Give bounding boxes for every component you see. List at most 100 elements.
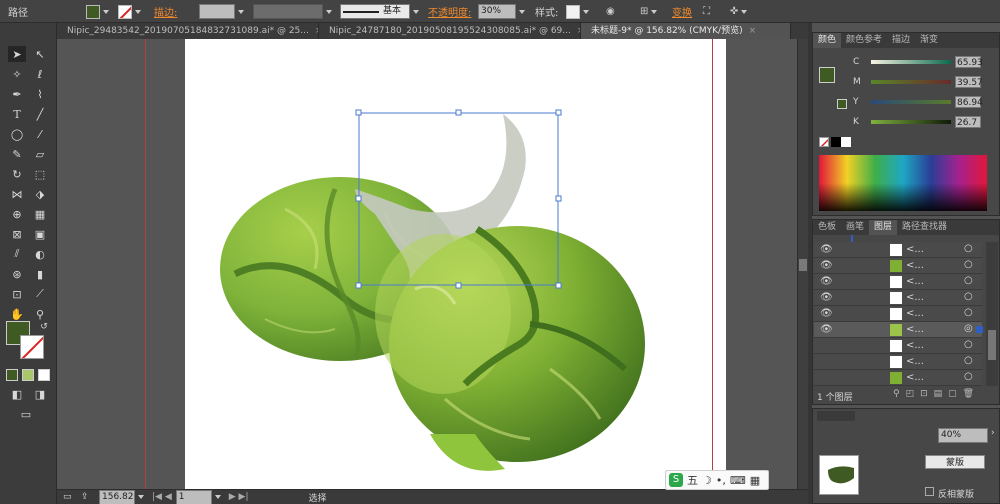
- yellow-slider[interactable]: [871, 100, 951, 104]
- dock-divider[interactable]: [808, 23, 812, 504]
- tab-layers[interactable]: 图层: [869, 220, 898, 235]
- tab-document-1[interactable]: Nipic_29483542_20190705184832731089.ai* …: [57, 23, 319, 39]
- artboard[interactable]: [185, 39, 726, 489]
- selection-indicator[interactable]: [976, 326, 983, 333]
- variable-width-field[interactable]: [253, 3, 332, 20]
- first-page-icon[interactable]: |◀ ◀: [152, 492, 172, 502]
- eye-icon[interactable]: 👁: [820, 324, 833, 335]
- layer-row[interactable]: <... ○: [814, 338, 982, 354]
- transform-label[interactable]: 变换: [672, 3, 692, 20]
- tab-document-active[interactable]: 未标题-9* @ 156.82% (CMYK/预览) ×: [581, 23, 791, 39]
- layer-row[interactable]: 👁 <... ○: [814, 290, 982, 306]
- layer-row[interactable]: <... ○: [814, 354, 982, 370]
- black-swatch[interactable]: [831, 137, 841, 147]
- target-icon[interactable]: ○: [964, 307, 973, 318]
- rotate-tool-icon[interactable]: ↻: [8, 166, 26, 182]
- curvature-tool-icon[interactable]: ⌇: [31, 86, 49, 102]
- none-swatch[interactable]: [819, 137, 829, 147]
- pencil-icon[interactable]: ✎: [8, 146, 26, 162]
- pen-tool-icon[interactable]: ✒: [8, 86, 26, 102]
- tab-pathfinder[interactable]: 路径查找器: [897, 220, 952, 235]
- eyedropper-icon[interactable]: ⫽: [8, 246, 26, 262]
- scroll-thumb[interactable]: [988, 330, 996, 360]
- tab-color-guide[interactable]: 颜色参考: [841, 33, 887, 48]
- column-graph-icon[interactable]: ▮: [31, 266, 49, 282]
- cyan-slider[interactable]: [871, 60, 951, 64]
- symbol-sprayer-icon[interactable]: ⊛: [8, 266, 26, 282]
- tab-document-2[interactable]: Nipic_24787180_20190508195524308085.ai* …: [319, 23, 581, 39]
- white-swatch[interactable]: [841, 137, 851, 147]
- ellipse-tool-icon[interactable]: ◯: [8, 126, 26, 142]
- fill-swatch[interactable]: [86, 3, 109, 20]
- draw-mode-icon[interactable]: ◧: [8, 386, 26, 402]
- target-icon[interactable]: ○: [964, 243, 973, 254]
- blend-tool-icon[interactable]: ◐: [31, 246, 49, 262]
- brush-style-field[interactable]: 基本: [340, 3, 419, 20]
- menu-icon[interactable]: ▦: [750, 474, 760, 487]
- mesh-tool-icon[interactable]: ⊠: [8, 226, 26, 242]
- target-icon[interactable]: ○: [964, 291, 973, 302]
- line-tool-icon[interactable]: ╱: [31, 106, 49, 122]
- keyboard-icon[interactable]: ⌨: [730, 474, 746, 487]
- opacity-field[interactable]: 30%: [478, 3, 525, 20]
- eye-icon[interactable]: 👁: [820, 276, 833, 287]
- stroke-weight-field[interactable]: [199, 3, 244, 20]
- out-of-gamut-swatch[interactable]: [837, 99, 847, 109]
- layer-row[interactable]: 👁 <... ○: [814, 306, 982, 322]
- none-mode-icon[interactable]: [38, 369, 50, 381]
- stroke-color-box[interactable]: [20, 335, 44, 359]
- cyan-slider-row[interactable]: C 65.93: [853, 55, 998, 69]
- target-icon[interactable]: ○: [964, 371, 973, 382]
- export-icon[interactable]: ⇪: [81, 492, 95, 502]
- artboard-tool-icon[interactable]: ⊡: [8, 286, 26, 302]
- layers-footer-icons[interactable]: ⚲◰⊡▤▢🗑: [893, 389, 980, 399]
- target-icon[interactable]: ○: [964, 339, 973, 350]
- gradient-mode-icon[interactable]: [22, 369, 34, 381]
- magenta-slider-row[interactable]: M 39.57: [853, 75, 998, 89]
- width-tool-icon[interactable]: ⋈: [8, 186, 26, 202]
- black-slider-row[interactable]: K 26.7: [853, 115, 998, 129]
- color-mode-icon[interactable]: [6, 369, 18, 381]
- magic-wand-icon[interactable]: ✧: [8, 66, 26, 82]
- invert-mask-row[interactable]: 反相蒙版: [925, 487, 974, 500]
- stroke-swatch[interactable]: [118, 3, 141, 20]
- opacity-label[interactable]: 不透明度:: [428, 3, 471, 20]
- black-slider[interactable]: [871, 120, 951, 124]
- eye-icon[interactable]: 👁: [820, 308, 833, 319]
- layer-row[interactable]: 👁 <... ○: [814, 242, 982, 258]
- punct-icon[interactable]: •,: [716, 474, 726, 487]
- stroke-none-swatch[interactable]: [118, 4, 132, 19]
- object-thumbnail[interactable]: [819, 455, 859, 495]
- tab-stroke[interactable]: 描边: [887, 33, 915, 48]
- layer-row-selected[interactable]: 👁 <... ◎: [814, 322, 983, 338]
- invert-mask-checkbox[interactable]: [925, 487, 934, 496]
- make-mask-button[interactable]: 蒙版: [925, 455, 985, 469]
- tab-color[interactable]: 颜色: [813, 33, 842, 48]
- gradient-tool-icon[interactable]: ▣: [31, 226, 49, 242]
- scale-tool-icon[interactable]: ⬚: [31, 166, 49, 182]
- moon-icon[interactable]: ☽: [702, 474, 712, 487]
- shape-builder-icon[interactable]: ⊕: [8, 206, 26, 222]
- transparency-tab[interactable]: [817, 411, 855, 421]
- stroke-label[interactable]: 描边:: [154, 3, 177, 20]
- canvas-area[interactable]: [57, 39, 797, 489]
- eye-icon[interactable]: 👁: [820, 244, 833, 255]
- layer-row[interactable]: 👁 <... ○: [814, 274, 982, 290]
- ime-toolbar[interactable]: S 五 ☽ •, ⌨ ▦: [665, 470, 769, 490]
- tab-brushes[interactable]: 画笔: [841, 220, 869, 235]
- yellow-slider-row[interactable]: Y 86.94: [853, 95, 998, 109]
- hand-tool-icon[interactable]: ✋: [8, 306, 26, 322]
- eye-icon[interactable]: 👁: [820, 292, 833, 303]
- layer-row[interactable]: 👁 <... ○: [814, 258, 982, 274]
- target-icon[interactable]: ○: [964, 355, 973, 366]
- swap-colors-icon[interactable]: ↺: [35, 319, 53, 335]
- free-transform-icon[interactable]: ⬗: [31, 186, 49, 202]
- screen-mode-icon[interactable]: ▭: [17, 406, 35, 422]
- recolor-icon[interactable]: ◉: [606, 3, 615, 20]
- isolate-icon[interactable]: ⛶: [703, 3, 710, 20]
- tab-swatches[interactable]: 色板: [813, 220, 841, 235]
- chevron-icon[interactable]: ›: [991, 428, 999, 442]
- fill-color-box[interactable]: [819, 67, 835, 83]
- next-page-icon[interactable]: ▶ ▶|: [229, 492, 249, 502]
- color-spectrum[interactable]: [819, 155, 987, 211]
